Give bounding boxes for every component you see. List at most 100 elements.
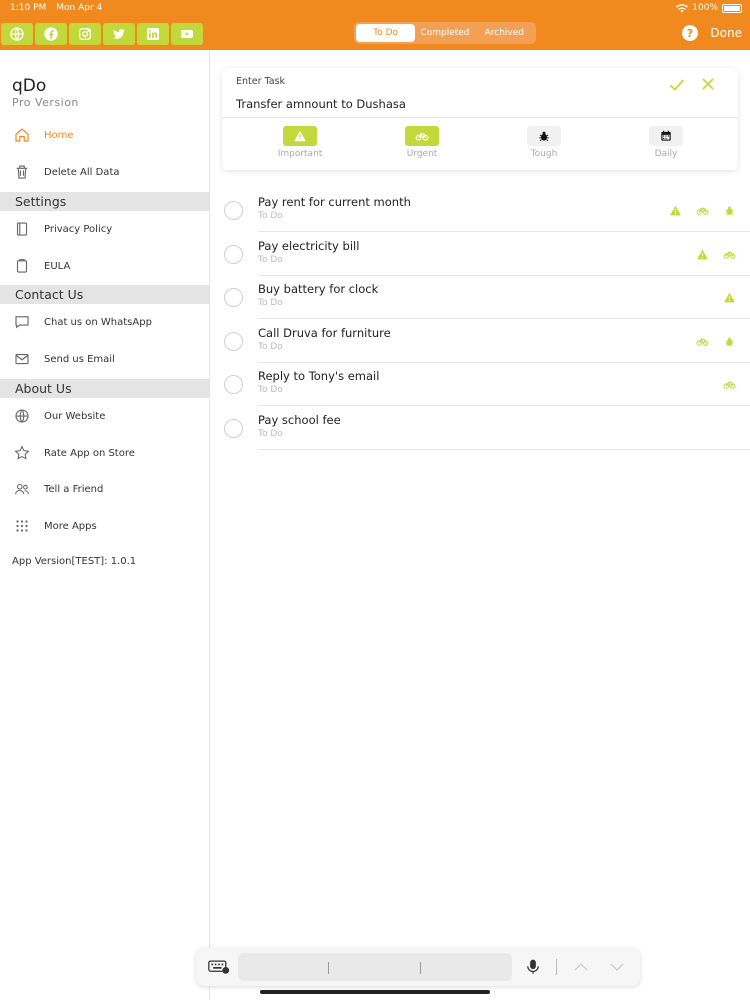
task-row[interactable]: Pay electricity bill To Do — [222, 232, 750, 276]
task-row[interactable]: Reply to Tony's email To Do — [222, 362, 750, 406]
social-links — [1, 23, 203, 45]
warning-icon — [724, 292, 735, 303]
sidebar-item-home[interactable]: Home — [0, 117, 210, 153]
youtube-icon[interactable] — [171, 23, 203, 45]
task-checkbox[interactable] — [224, 332, 243, 351]
divider — [420, 962, 421, 974]
section-header-contact: Contact Us — [0, 285, 210, 304]
bicycle-icon — [696, 207, 709, 215]
app-title: qDo — [12, 76, 47, 96]
enter-task-label: Enter Task — [236, 76, 286, 87]
bicycle-icon — [696, 338, 709, 346]
calendar-icon — [649, 126, 683, 146]
status-filter-tabs: To Do Completed Archived — [354, 22, 536, 44]
task-title: Pay school fee — [258, 413, 341, 427]
tag-daily[interactable]: Daily — [626, 126, 706, 159]
tag-important[interactable]: Important — [260, 126, 340, 159]
app-version: App Version[TEST]: 1.0.1 — [12, 556, 137, 567]
predictive-text-bar[interactable] — [238, 953, 512, 981]
task-title: Reply to Tony's email — [258, 369, 380, 383]
keyboard-icon[interactable] — [208, 959, 230, 975]
tag-label: Urgent — [406, 149, 438, 159]
status-bar-left: 1:10 PM Mon Apr 4 — [10, 3, 112, 13]
sidebar-item-privacy[interactable]: Privacy Policy — [0, 211, 210, 247]
tag-urgent[interactable]: Urgent — [382, 126, 462, 159]
task-checkbox[interactable] — [224, 245, 243, 264]
globe-icon — [0, 407, 44, 425]
home-icon — [0, 126, 44, 144]
task-tags — [669, 204, 736, 217]
task-row[interactable]: Pay rent for current month To Do — [222, 188, 750, 232]
sidebar-item-label: More Apps — [44, 520, 97, 532]
sidebar-item-label: Rate App on Store — [44, 447, 135, 459]
clipboard-icon — [0, 257, 44, 275]
status-date: Mon Apr 4 — [56, 3, 103, 13]
bug-icon — [527, 126, 561, 146]
divider — [328, 962, 329, 974]
globe-icon[interactable] — [1, 23, 33, 45]
task-checkbox[interactable] — [224, 375, 243, 394]
home-indicator[interactable] — [260, 990, 490, 994]
warning-icon — [670, 205, 681, 216]
sidebar-item-email[interactable]: Send us Email — [0, 341, 210, 377]
wifi-icon — [676, 3, 689, 12]
star-icon — [0, 444, 44, 462]
sidebar-item-whatsapp[interactable]: Chat us on WhatsApp — [0, 304, 210, 340]
twitter-icon[interactable] — [103, 23, 135, 45]
task-status: To Do — [258, 211, 283, 221]
battery-icon — [722, 3, 742, 13]
instagram-icon[interactable] — [69, 23, 101, 45]
people-icon — [0, 480, 44, 498]
linkedin-icon[interactable] — [137, 23, 169, 45]
tag-label: Tough — [530, 149, 558, 159]
tab-todo[interactable]: To Do — [356, 24, 416, 42]
tab-completed[interactable]: Completed — [415, 24, 474, 42]
bicycle-icon — [405, 126, 439, 146]
sidebar-item-label: Tell a Friend — [44, 483, 104, 495]
task-tags — [696, 248, 736, 261]
tag-label: Daily — [654, 149, 678, 159]
facebook-icon[interactable] — [35, 23, 67, 45]
checkmark-icon[interactable] — [668, 76, 686, 94]
bug-icon — [725, 337, 734, 347]
task-title: Pay electricity bill — [258, 239, 360, 253]
task-row[interactable]: Buy battery for clock To Do — [222, 275, 750, 319]
tag-label: Important — [277, 149, 323, 159]
section-header-settings: Settings — [0, 192, 210, 211]
task-status: To Do — [258, 342, 283, 352]
task-checkbox[interactable] — [224, 419, 243, 438]
close-icon[interactable] — [700, 76, 716, 92]
task-row[interactable]: Pay school fee To Do — [222, 406, 750, 450]
task-checkbox[interactable] — [224, 201, 243, 220]
help-icon[interactable]: ? — [682, 25, 698, 41]
tag-tough[interactable]: Tough — [504, 126, 584, 159]
sidebar-item-website[interactable]: Our Website — [0, 398, 210, 434]
chevron-down-icon[interactable] — [608, 959, 626, 975]
microphone-icon[interactable] — [524, 958, 542, 976]
sidebar-item-eula[interactable]: EULA — [0, 248, 210, 284]
sidebar-item-tell-friend[interactable]: Tell a Friend — [0, 471, 210, 507]
sidebar-item-more-apps[interactable]: More Apps — [0, 508, 210, 544]
sidebar-item-label: EULA — [44, 260, 71, 272]
task-checkbox[interactable] — [224, 288, 243, 307]
task-row[interactable]: Call Druva for furniture To Do — [222, 319, 750, 363]
bug-icon — [725, 206, 734, 216]
sidebar-header-bar: 1:10 PM Mon Apr 4 — [0, 0, 210, 50]
task-input[interactable] — [236, 95, 656, 113]
sidebar-item-label: Home — [44, 129, 74, 141]
sidebar-item-rate[interactable]: Rate App on Store — [0, 435, 210, 471]
book-icon — [0, 220, 44, 238]
envelope-icon — [0, 350, 44, 368]
task-title: Buy battery for clock — [258, 282, 379, 296]
done-button[interactable]: Done — [710, 26, 742, 40]
sidebar-item-label: Our Website — [44, 410, 106, 422]
sidebar-item-delete-all[interactable]: Delete All Data — [0, 154, 210, 190]
chevron-up-icon[interactable] — [572, 959, 590, 975]
task-title: Call Druva for furniture — [258, 326, 391, 340]
grid-dots-icon — [0, 517, 44, 535]
bicycle-icon — [723, 251, 736, 259]
tab-archived[interactable]: Archived — [475, 24, 534, 42]
status-time: 1:10 PM — [10, 3, 47, 13]
task-entry-card: Enter Task Important Urgent Tough Daily — [222, 68, 738, 170]
keyboard-shortcut-bar — [196, 948, 640, 986]
